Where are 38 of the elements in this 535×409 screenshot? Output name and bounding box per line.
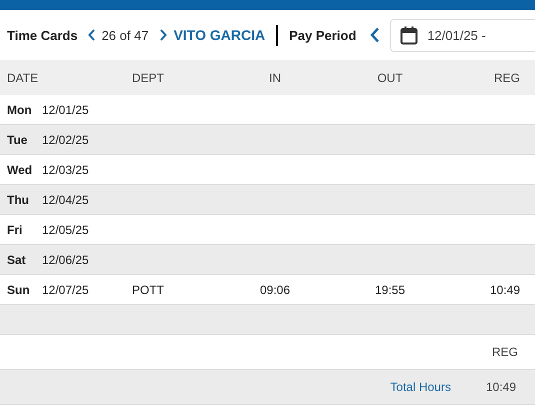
column-header: OUT xyxy=(377,70,403,84)
column-header: DATE xyxy=(7,70,40,84)
record-counter: 26 of 47 xyxy=(102,28,149,42)
table-cell-text: 12/04/25 xyxy=(42,192,90,206)
table-cell: 10:49 xyxy=(490,282,520,296)
column-header: DEPT xyxy=(132,70,166,84)
column-header: IN xyxy=(269,70,281,84)
column-header: REG xyxy=(492,345,518,359)
table-cell-text: 12/03/25 xyxy=(42,162,90,176)
total-value: 10:49 xyxy=(486,380,516,394)
chevron-left-icon xyxy=(88,29,96,41)
table-cell-text: Mon xyxy=(7,102,33,116)
calendar-icon xyxy=(400,26,418,44)
chevron-left-icon xyxy=(370,27,380,43)
table-cell-text: 12/07/25 xyxy=(42,282,90,296)
table-row[interactable]: Tue 12/02/25 xyxy=(0,125,535,155)
table-cell-text: Fri xyxy=(7,222,24,236)
table-cell-text: Sat xyxy=(7,252,27,266)
table-cell: 19:55 xyxy=(374,282,406,296)
table-cell-text: 12/02/25 xyxy=(42,132,90,146)
pay-period-label: Pay Period xyxy=(289,28,356,42)
table-row[interactable]: Thu 12/04/25 xyxy=(0,185,535,215)
table-cell: 09:06 xyxy=(260,282,290,296)
table-cell-text: Sun xyxy=(7,282,31,296)
table-cell-text: Wed xyxy=(7,162,34,176)
table-cell-text: 12/06/25 xyxy=(42,252,90,266)
chevron-right-icon xyxy=(158,29,167,41)
table-cell-text: Tue xyxy=(7,132,28,146)
employee-name[interactable]: VITO GARCIA xyxy=(174,27,266,43)
table-cell-text: 12/05/25 xyxy=(42,222,90,236)
total-label: Total Hours xyxy=(390,380,451,394)
date-range-field[interactable]: 12/01/25 - xyxy=(390,18,535,52)
page-title: Time Cards xyxy=(7,28,78,42)
table-cell-text: POTT xyxy=(132,282,165,296)
column-header: REG xyxy=(494,70,520,84)
table-cell-text: Thu xyxy=(7,192,30,206)
table-row[interactable]: Sat 12/06/25 xyxy=(0,245,535,275)
table-cell-text: 12/01/25 xyxy=(42,102,90,116)
